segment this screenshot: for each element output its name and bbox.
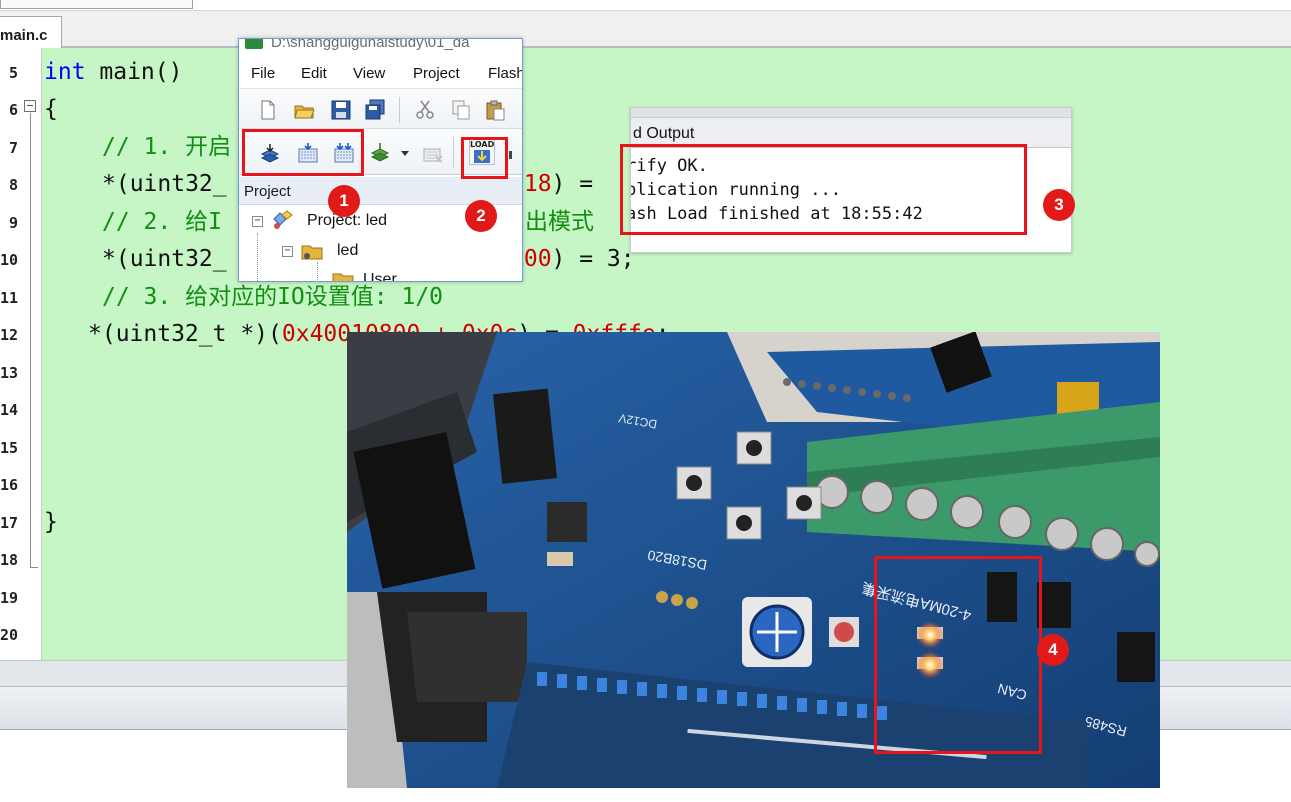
paste-icon[interactable]	[484, 99, 506, 121]
tree-item-target[interactable]: led	[337, 242, 358, 260]
menu-view[interactable]: View	[353, 65, 385, 82]
line-number: 13	[0, 364, 19, 382]
group-folder-icon	[332, 273, 354, 281]
batch-build-icon[interactable]	[369, 141, 391, 163]
target-folder-icon	[301, 245, 323, 260]
toolbar-fragment	[0, 0, 193, 9]
code-line-9-left: // 2. 给I	[102, 209, 222, 235]
code-line-9-right: 出模式	[525, 209, 594, 235]
annotation-box-build-buttons	[242, 129, 364, 176]
line-number: 10	[0, 251, 19, 269]
tree-guide	[257, 233, 258, 281]
line-number: 18	[0, 551, 19, 569]
stop-build-icon[interactable]	[422, 142, 444, 164]
panel-frame	[631, 108, 1071, 118]
chevron-down-icon[interactable]	[401, 151, 409, 156]
new-file-icon[interactable]	[257, 99, 279, 121]
code-line-10-left: *(uint32_	[102, 246, 227, 272]
line-number: 11	[0, 289, 19, 307]
tree-item-group[interactable]: User	[363, 271, 397, 281]
line-number: 7	[8, 139, 18, 157]
line-number: 14	[0, 401, 19, 419]
code-line-8-left: *(uint32_	[102, 171, 227, 197]
build-output-title: d Output	[633, 125, 695, 142]
menu-file[interactable]: File	[251, 65, 275, 82]
project-icon	[273, 210, 293, 229]
line-number: 8	[8, 176, 18, 194]
code-line-10-right: x00) = 3;	[510, 246, 635, 272]
save-icon[interactable]	[330, 99, 352, 121]
build-output-header: d Output	[631, 108, 1071, 148]
ide-title: D:\shangguiguhaistudy\01_da	[271, 38, 470, 51]
save-all-icon[interactable]	[364, 99, 386, 121]
toolbar-separator	[453, 137, 454, 167]
tab-label: main.c	[0, 27, 48, 44]
line-number-gutter: 5 6 7 8 9 10 11 12 13 14 15 16 17 18 19 …	[0, 48, 42, 660]
toolbar-fragment	[509, 151, 512, 159]
ide-file-toolbar	[239, 89, 522, 129]
tab-main-c[interactable]: main.c	[0, 16, 62, 48]
toolbar-separator	[399, 97, 400, 123]
annotation-badge-1: 1	[328, 185, 360, 217]
tree-guide	[317, 262, 318, 281]
annotation-box-led	[874, 556, 1042, 754]
fold-toggle-icon[interactable]: −	[24, 100, 36, 112]
line-number: 5	[8, 64, 18, 82]
line-number: 20	[0, 626, 19, 644]
top-toolbar-strip	[0, 0, 1291, 11]
annotation-box-output	[620, 144, 1027, 235]
line-number: 9	[8, 214, 18, 232]
editor-tab-bar: main.c	[0, 11, 1291, 48]
fold-guide-end	[30, 567, 38, 568]
line-number: 6	[8, 101, 18, 119]
annotation-badge-4: 4	[1037, 634, 1069, 666]
collapse-icon[interactable]: −	[282, 246, 293, 257]
annotation-badge-3: 3	[1043, 189, 1075, 221]
code-line-8-right: x18) =	[510, 171, 607, 197]
line-number: 19	[0, 589, 19, 607]
ide-title-bar: D:\shangguiguhaistudy\01_da	[239, 38, 522, 59]
menu-flash[interactable]: Flash	[488, 65, 522, 82]
code-line-6: {	[44, 96, 58, 122]
menu-project[interactable]: Project	[413, 65, 460, 82]
annotation-badge-2: 2	[465, 200, 497, 232]
copy-icon[interactable]	[450, 99, 472, 121]
screenshot-root: main.c 5 6 7 8 9 10 11 12 13 14 15 16 17…	[0, 0, 1291, 802]
line-number: 16	[0, 476, 19, 494]
line-number: 12	[0, 326, 19, 344]
open-folder-icon[interactable]	[293, 99, 315, 121]
project-panel-title: Project	[244, 183, 291, 200]
line-number: 15	[0, 439, 19, 457]
app-logo-icon	[245, 39, 263, 49]
fold-guide	[30, 113, 31, 567]
code-line-5: int main()	[44, 59, 183, 85]
collapse-icon[interactable]: −	[252, 216, 263, 227]
annotation-box-load-button	[461, 137, 508, 179]
line-number: 17	[0, 514, 19, 532]
code-line-17: }	[44, 509, 58, 535]
menu-edit[interactable]: Edit	[301, 65, 327, 82]
code-line-11: // 3. 给对应的IO设置值: 1/0	[102, 284, 444, 310]
cut-icon[interactable]	[414, 99, 436, 121]
code-line-7: // 1. 开启	[102, 134, 232, 160]
